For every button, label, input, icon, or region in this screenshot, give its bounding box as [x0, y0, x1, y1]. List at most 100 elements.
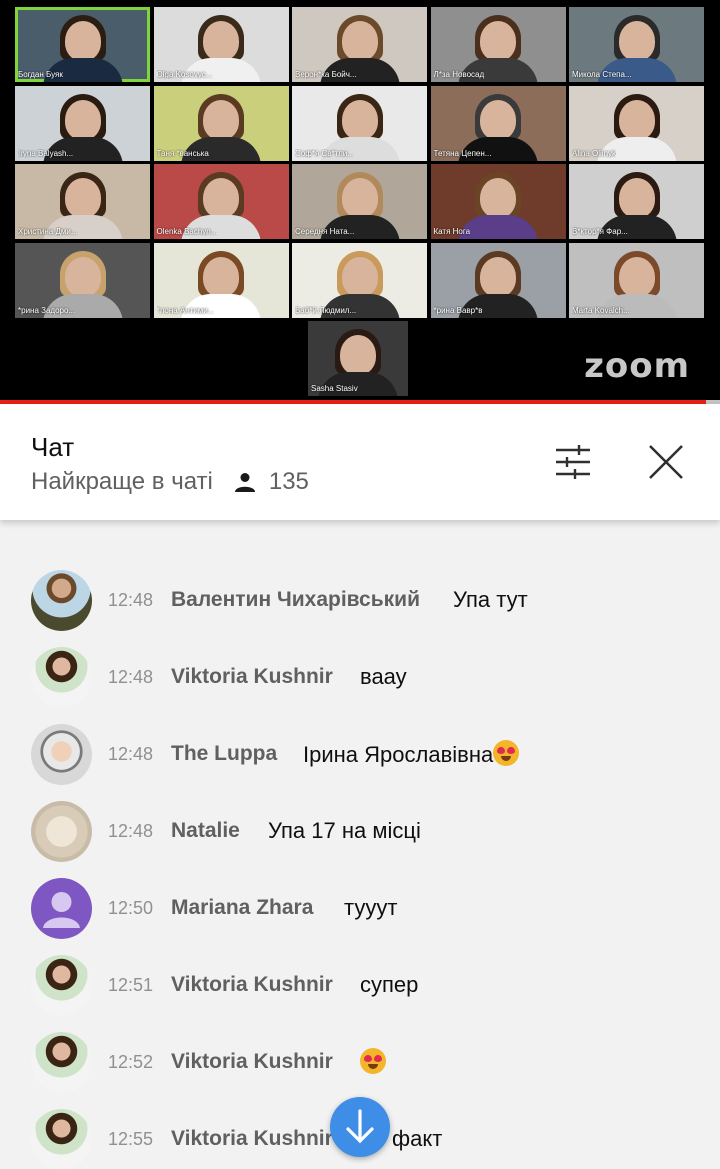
participant-name: Marta Kovalch... [572, 305, 630, 315]
message-text-content: Упа тут [453, 587, 528, 612]
participant-name: Баб*й Людмил... [295, 305, 357, 315]
chat-message[interactable]: 12:48 Viktoria Kushnir ваау [0, 642, 720, 712]
participant-tile: Верон*ка Бойч... [292, 7, 427, 82]
message-author[interactable]: Viktoria Kushnir [171, 973, 333, 997]
chat-header: Чат Найкраще в чаті 135 [0, 404, 720, 520]
chat-message[interactable]: 12:48 Валентин Чихарівський Упа тут [0, 565, 720, 635]
message-text-content: ваау [360, 664, 407, 689]
message-timestamp: 12:55 [108, 1128, 154, 1149]
message-author[interactable]: Viktoria Kushnir [171, 665, 333, 689]
participant-tile: Микола Степа... [569, 7, 704, 82]
participant-tile: *лона Антими... [153, 242, 289, 318]
author-avatar[interactable] [31, 954, 92, 1016]
participant-face [340, 335, 376, 375]
message-text-content: факт [392, 1126, 443, 1151]
message-text: тууут [344, 895, 397, 921]
message-timestamp: 12:48 [108, 589, 154, 610]
participant-face [203, 21, 239, 61]
message-text: Упа тут [453, 587, 528, 613]
participant-tile: Olenka Bachyn... [153, 164, 289, 239]
participant-face [64, 21, 101, 61]
message-timestamp: 12:48 [108, 820, 154, 841]
participant-name: *рина Вавр*в [433, 305, 483, 315]
author-avatar[interactable] [31, 569, 92, 631]
chat-message[interactable]: 12:48 The Luppa Ірина Ярославівна [0, 719, 720, 789]
author-avatar[interactable] [31, 800, 92, 862]
participant-face [618, 178, 655, 218]
participant-tile: *рина Вавр*в [430, 242, 566, 318]
heart-eyes-emoji-icon [493, 740, 520, 766]
message-timestamp: 12:51 [108, 974, 154, 995]
participant-tile: Баб*й Людмил... [292, 242, 427, 318]
message-author[interactable]: Mariana Zhara [171, 896, 313, 920]
chat-mode-selector[interactable]: Найкраще в чаті 135 [31, 468, 309, 496]
participant-tile: Середня Ната... [292, 164, 427, 239]
participant-face [203, 256, 239, 297]
participant-face [203, 99, 239, 140]
default-person-icon[interactable] [31, 877, 92, 939]
message-text-content: Упа 17 на місці [268, 818, 421, 843]
participant-tile: Alina Oliinyk [569, 85, 704, 161]
participant-name: Л*за Новосад [433, 70, 485, 79]
message-author[interactable]: Viktoria Kushnir [171, 1050, 333, 1074]
tune-icon[interactable] [553, 442, 593, 482]
chat-message[interactable]: 12:51 Viktoria Kushnir супер [0, 950, 720, 1020]
participant-name: В*ктор*я Фар... [572, 227, 628, 236]
participant-name: Olga Kosovyc... [156, 70, 213, 79]
message-author[interactable]: Валентин Чихарівський [171, 588, 420, 612]
author-avatar[interactable] [31, 646, 92, 708]
participant-tile: Соф*я Св*тли... [292, 85, 427, 161]
zoom-video[interactable]: zoom Богдан Буяк Olga Kosovyc... Верон*ка … [0, 0, 720, 400]
participant-face [618, 21, 655, 61]
message-author[interactable]: Natalie [171, 819, 240, 843]
chat-message[interactable]: 12:48 Natalie Упа 17 на місці [0, 796, 720, 866]
participant-tile: Таня *ванська [153, 85, 289, 161]
participant-face [480, 256, 516, 297]
participant-name: Alina Oliinyk [572, 148, 617, 158]
chat-message-list[interactable]: 12:48Христя Боженко1712:48Валентин Чихар… [0, 478, 720, 1169]
participant-face [341, 99, 378, 140]
participant-face [618, 99, 655, 140]
chat-title: Чат [31, 432, 75, 462]
participant-name: *рина Задоро... [18, 305, 76, 315]
message-author[interactable]: Viktoria Kushnir [171, 1127, 333, 1151]
viewer-count: 135 [268, 468, 309, 495]
chat-mode-label: Найкраще в чаті [31, 468, 213, 495]
author-avatar[interactable] [31, 1108, 92, 1169]
participant-name: Olenka Bachyn... [156, 227, 218, 236]
message-timestamp: 12:48 [108, 743, 154, 764]
participant-name: Катя Нога [433, 227, 471, 236]
participant-tile: Marta Kovalch... [569, 242, 704, 318]
participant-face [618, 256, 655, 297]
close-icon[interactable] [646, 442, 686, 482]
participant-tile: Iryna Balyash... [15, 85, 150, 161]
zoom-logo: zoom [584, 346, 690, 386]
participant-face [64, 99, 101, 140]
heart-eyes-emoji-icon [360, 1048, 386, 1074]
message-timestamp: 12:50 [108, 897, 154, 918]
participant-tile: Sasha Stasiv [308, 321, 408, 396]
message-text: Ірина Ярославівна [303, 740, 520, 768]
participant-tile: Olga Kosovyc... [153, 7, 289, 82]
message-text: супер [360, 972, 418, 998]
participant-tile: Катя Нога [430, 164, 566, 239]
participant-face [480, 99, 516, 140]
participant-name: Таня *ванська [156, 148, 209, 158]
participant-name: Богдан Буяк [18, 70, 63, 79]
message-timestamp: 12:52 [108, 1051, 154, 1072]
participant-name: Середня Ната... [295, 227, 355, 236]
participant-face [341, 21, 378, 61]
participant-face [480, 21, 516, 61]
participant-face [203, 178, 239, 218]
author-avatar[interactable] [31, 1031, 92, 1093]
message-author[interactable]: The Luppa [171, 742, 277, 766]
participant-name: Микола Степа... [572, 70, 632, 79]
chat-message[interactable]: 12:52 Viktoria Kushnir [0, 1027, 720, 1097]
author-avatar[interactable] [31, 723, 92, 785]
message-text [360, 1048, 386, 1076]
participant-tile: Л*за Новосад [430, 7, 566, 82]
chat-message[interactable]: 12:50 Mariana Zhara тууут [0, 873, 720, 943]
scroll-down-button[interactable] [330, 1097, 390, 1157]
emoji-mouth [368, 1064, 378, 1069]
participant-name: *лона Антими... [156, 305, 215, 315]
